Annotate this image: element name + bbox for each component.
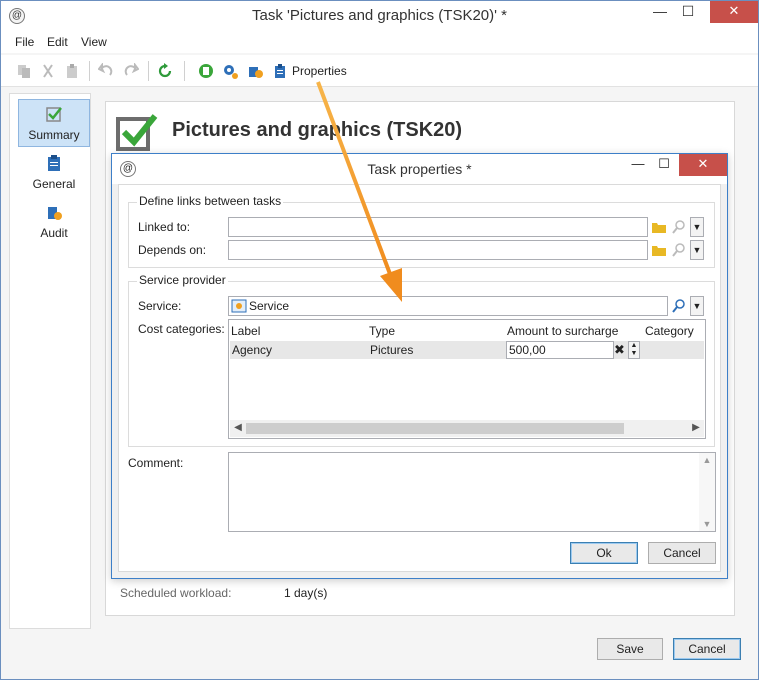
cost-categories-table: Label Type Amount to surcharge Category … xyxy=(228,319,706,439)
service-icon xyxy=(231,299,247,313)
horizontal-scrollbar[interactable]: ◀ ▶ xyxy=(230,420,704,437)
menu-edit[interactable]: Edit xyxy=(47,35,68,49)
sidebar-item-summary[interactable]: Summary xyxy=(18,99,90,147)
scheduled-workload-label: Scheduled workload: xyxy=(120,586,232,600)
sidebar-item-label: Audit xyxy=(40,226,68,240)
scrollbar-thumb[interactable] xyxy=(246,423,624,434)
chevron-down-icon[interactable]: ▼ xyxy=(690,240,704,260)
sidebar-item-label: General xyxy=(32,177,76,191)
scroll-left-icon[interactable]: ◀ xyxy=(230,420,246,437)
cell-amount: 500,00 xyxy=(509,343,546,357)
dialog-app-icon: @ xyxy=(120,161,136,177)
clipboard-icon xyxy=(48,155,60,171)
assign-icon[interactable] xyxy=(247,63,263,79)
menu-file[interactable]: File xyxy=(15,35,34,49)
dialog-titlebar[interactable]: @ Task properties * — ☐ ✕ xyxy=(112,154,727,184)
scroll-right-icon[interactable]: ▶ xyxy=(688,420,704,437)
cancel-button[interactable]: Cancel xyxy=(673,638,741,660)
column-header-type[interactable]: Type xyxy=(369,324,395,338)
clear-icon[interactable]: ✖ xyxy=(614,341,628,359)
dialog-title: Task properties * xyxy=(367,161,472,177)
amount-input[interactable]: 500,00 xyxy=(506,341,614,359)
folder-icon[interactable] xyxy=(651,242,667,258)
linked-to-label: Linked to: xyxy=(138,220,191,234)
ok-button[interactable]: Ok xyxy=(570,542,638,564)
maximize-button[interactable]: ☐ xyxy=(674,1,702,23)
task-status-check-icon xyxy=(116,114,158,151)
dialog-body: Define links between tasks Linked to: ▼ … xyxy=(118,184,721,572)
scroll-down-icon[interactable]: ▼ xyxy=(699,519,715,529)
properties-icon[interactable] xyxy=(272,63,288,79)
comment-field[interactable]: ▲ ▼ xyxy=(228,452,716,532)
linked-to-field[interactable] xyxy=(228,217,648,237)
sidebar-item-general[interactable]: General xyxy=(18,149,90,197)
calculator-icon[interactable] xyxy=(198,63,214,79)
toolbar-separator xyxy=(184,61,185,81)
close-button[interactable]: ✕ xyxy=(710,1,758,23)
search-icon[interactable] xyxy=(671,242,687,258)
folder-icon[interactable] xyxy=(651,219,667,235)
paste-icon[interactable] xyxy=(64,63,80,79)
minimize-button[interactable]: — xyxy=(646,1,674,23)
scroll-up-icon[interactable]: ▲ xyxy=(699,455,715,465)
sidebar: Summary General Audit xyxy=(9,93,91,629)
settings-icon[interactable] xyxy=(222,63,238,79)
cell-label: Agency xyxy=(232,343,273,357)
service-value: Service xyxy=(249,299,290,313)
refresh-icon[interactable] xyxy=(157,63,173,79)
dialog-minimize-button[interactable]: — xyxy=(625,154,651,176)
vertical-scrollbar[interactable]: ▲ ▼ xyxy=(699,453,715,531)
column-header-amount[interactable]: Amount to surcharge xyxy=(507,324,618,338)
menu-view[interactable]: View xyxy=(81,35,107,49)
dialog-maximize-button[interactable]: ☐ xyxy=(651,154,677,176)
cut-icon[interactable] xyxy=(40,63,56,79)
service-field[interactable]: Service xyxy=(228,296,668,316)
toolbar-separator xyxy=(89,61,90,81)
task-properties-dialog: @ Task properties * — ☐ ✕ Define links b… xyxy=(111,153,728,579)
app-icon: @ xyxy=(9,8,25,24)
dialog-cancel-button[interactable]: Cancel xyxy=(648,542,716,564)
table-row[interactable]: Agency Pictures 500,00 ✖ ▲ ▼ xyxy=(230,341,704,359)
toolbar: Properties xyxy=(1,55,758,87)
window-title: Task 'Pictures and graphics (TSK20)' * xyxy=(252,7,507,24)
audit-icon xyxy=(48,207,62,220)
depends-on-label: Depends on: xyxy=(138,243,207,257)
redo-icon[interactable] xyxy=(123,63,139,79)
properties-button-label[interactable]: Properties xyxy=(292,64,347,78)
undo-icon[interactable] xyxy=(98,63,114,79)
cost-categories-label: Cost categories: xyxy=(138,322,225,336)
column-header-label[interactable]: Label xyxy=(231,324,260,338)
checkbox-icon xyxy=(46,107,62,122)
chevron-down-icon[interactable]: ▼ xyxy=(690,217,704,237)
sidebar-item-label: Summary xyxy=(28,128,80,142)
chevron-down-icon[interactable]: ▼ xyxy=(690,296,704,316)
service-label: Service: xyxy=(138,299,182,313)
amount-stepper[interactable]: ▲ ▼ xyxy=(628,341,640,359)
comment-label: Comment: xyxy=(128,456,184,470)
cell-type: Pictures xyxy=(370,343,414,357)
search-icon[interactable] xyxy=(671,298,687,314)
depends-on-field[interactable] xyxy=(228,240,648,260)
save-button[interactable]: Save xyxy=(597,638,663,660)
toolbar-separator xyxy=(148,61,149,81)
links-group-legend: Define links between tasks xyxy=(137,194,284,208)
scheduled-workload-value: 1 day(s) xyxy=(284,586,328,600)
window-titlebar[interactable]: @ Task 'Pictures and graphics (TSK20)' *… xyxy=(1,1,758,31)
dialog-close-button[interactable]: ✕ xyxy=(679,154,727,176)
search-icon[interactable] xyxy=(671,219,687,235)
menu-bar: File Edit View xyxy=(1,31,758,53)
copy-icon[interactable] xyxy=(16,63,32,79)
sidebar-item-audit[interactable]: Audit xyxy=(18,198,90,246)
service-provider-legend: Service provider xyxy=(137,273,228,287)
page-title: Pictures and graphics (TSK20) xyxy=(172,119,463,141)
column-header-category[interactable]: Category xyxy=(645,324,694,338)
